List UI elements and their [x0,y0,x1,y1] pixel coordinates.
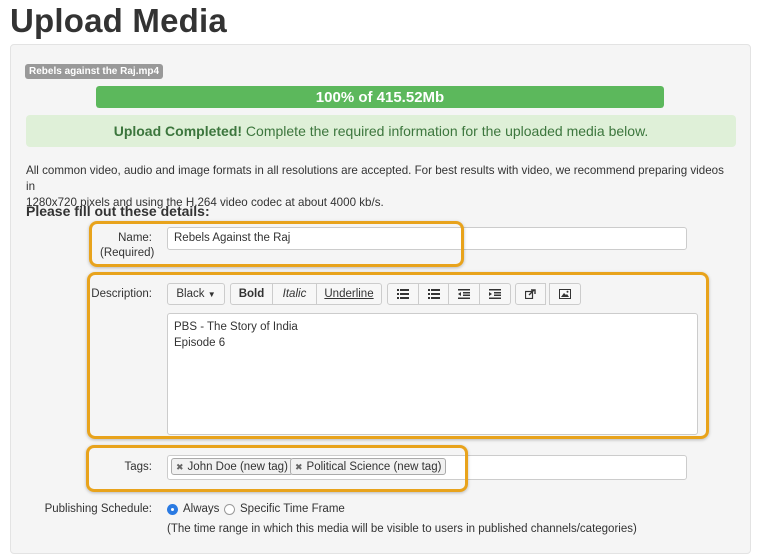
remove-tag-icon[interactable]: ✖ [176,462,184,472]
bulleted-list-icon [397,289,409,299]
schedule-help-text: (The time range in which this media will… [167,523,637,535]
numbered-list-icon [427,289,440,299]
insert-image-button[interactable] [549,283,581,305]
tag-label: Political Science (new tag) [306,461,442,473]
name-input[interactable]: Rebels Against the Raj [167,227,687,250]
schedule-timeframe-radio[interactable] [224,504,235,515]
tag-item[interactable]: ✖ Political Science (new tag) [290,458,447,475]
name-label: Name: (Required) [100,231,155,261]
text-color-dropdown[interactable]: Black ▼ [167,283,225,305]
format-info-line-1: All common video, audio and image format… [26,164,724,193]
outdent-button[interactable] [448,283,480,305]
tags-label: Tags: [124,461,153,473]
alert-strong: Upload Completed! [113,123,243,139]
progress-label: 100% of 415.52Mb [315,89,445,106]
description-label: Description: [91,288,152,300]
bulleted-list-button[interactable] [387,283,419,305]
outdent-icon [458,289,470,299]
description-line-2: Episode 6 [174,337,226,349]
upload-success-alert: Upload Completed! Complete the required … [26,115,736,147]
text-color-label: Black [176,288,205,300]
description-editor[interactable]: PBS - The Story of India Episode 6 [167,313,698,435]
tag-label: John Doe (new tag) [187,461,288,473]
share-link-icon [525,289,536,299]
tag-item[interactable]: ✖ John Doe (new tag) [171,458,293,475]
indent-icon [489,289,501,299]
remove-tag-icon[interactable]: ✖ [295,462,303,472]
bold-button[interactable]: Bold [230,283,273,305]
name-label-text: Name: [118,232,152,244]
details-heading: Please fill out these details: [26,203,210,219]
filename-badge: Rebels against the Raj.mp4 [25,64,164,79]
schedule-always-label[interactable]: Always [183,503,219,515]
numbered-list-button[interactable] [418,283,449,305]
description-line-1: PBS - The Story of India [174,321,298,333]
indent-button[interactable] [479,283,511,305]
caret-down-icon: ▼ [207,290,216,299]
schedule-label: Publishing Schedule: [44,503,152,515]
underline-button[interactable]: Underline [316,283,382,305]
name-required-text: (Required) [100,247,155,259]
italic-button[interactable]: Italic [272,283,317,305]
schedule-always-radio[interactable] [167,504,178,515]
alert-text: Complete the required information for th… [242,123,649,139]
insert-link-button[interactable] [515,283,546,305]
image-icon [559,289,571,299]
page-title: Upload Media [10,2,227,39]
upload-progress-bar: 100% of 415.52Mb [96,86,664,108]
schedule-timeframe-label[interactable]: Specific Time Frame [240,503,345,515]
